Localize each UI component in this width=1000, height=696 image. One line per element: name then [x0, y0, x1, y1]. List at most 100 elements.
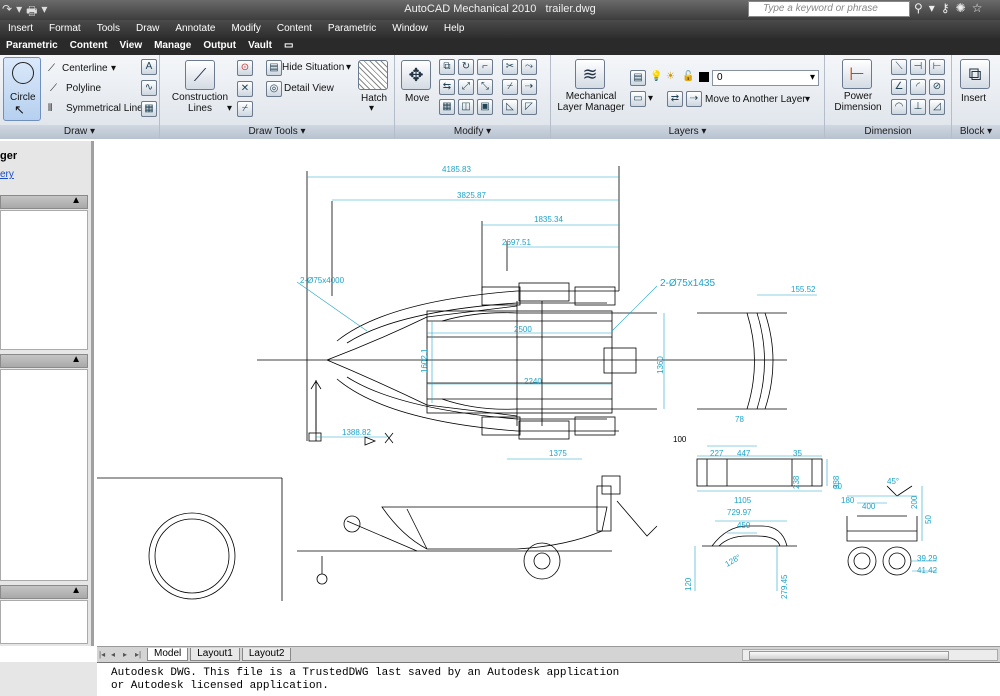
text-icon[interactable]: A [141, 59, 157, 75]
tab-layout2[interactable]: Layout2 [241, 648, 292, 661]
menu-draw[interactable]: Draw [128, 20, 167, 38]
star-icon[interactable]: ☆ [972, 1, 983, 15]
polyline-icon[interactable]: ⟋ [50, 83, 57, 94]
layer-manager-button[interactable]: Mechanical Layer Manager [553, 91, 629, 113]
join-icon[interactable]: ⇢ [521, 79, 537, 95]
hide-icon[interactable]: ✕ [237, 81, 253, 97]
collapse-icon[interactable]: ▲ [71, 585, 81, 596]
power-dimension-icon[interactable]: ⊢ [842, 59, 872, 89]
tab-model[interactable]: Model [147, 648, 189, 661]
menu-help[interactable]: Help [436, 20, 473, 38]
fillet-icon[interactable]: ◺ [502, 99, 518, 115]
palette-link[interactable]: ery [0, 169, 14, 180]
next-tab-icon[interactable]: ▸ [123, 649, 133, 661]
break-icon[interactable]: ⌿ [502, 79, 518, 95]
dropdown-icon[interactable]: ▾ [648, 93, 653, 104]
tab-content[interactable]: Content [64, 38, 114, 55]
hatch-icon[interactable] [358, 60, 388, 90]
angle-dim-icon[interactable]: ◿ [929, 99, 945, 115]
ribbon-minimize-icon[interactable]: ▭ [278, 38, 299, 55]
prev-tab-icon[interactable]: ◂ [111, 649, 121, 661]
copy-icon[interactable]: ⧉ [439, 59, 455, 75]
dropdown-icon[interactable]: ▾ [805, 94, 810, 105]
sun-icon[interactable]: ☀ [666, 71, 675, 82]
panel-layers-title[interactable]: Layers ▾ [551, 125, 824, 139]
lightbulb-icon[interactable]: 💡 [650, 71, 662, 82]
table-icon[interactable]: ▦ [141, 101, 157, 117]
menu-annotate[interactable]: Annotate [167, 20, 223, 38]
rotate-icon[interactable]: ↻ [458, 59, 474, 75]
menu-format[interactable]: Format [41, 20, 89, 38]
search-input[interactable]: Type a keyword or phrase [748, 1, 910, 17]
ordinate-dim-icon[interactable]: ⊥ [910, 99, 926, 115]
construction-lines-button[interactable]: Construction Lines [170, 92, 230, 114]
menu-parametric[interactable]: Parametric [320, 20, 384, 38]
spline-icon[interactable]: ∿ [141, 80, 157, 96]
detail-view-icon[interactable]: ◎ [266, 81, 282, 97]
horizontal-scrollbar[interactable] [742, 649, 998, 661]
dropdown-icon[interactable]: ▾ [929, 1, 935, 15]
tab-layout1[interactable]: Layout1 [190, 648, 240, 661]
drawing-canvas[interactable]: 4185.83 3825.87 1835.34 2697.51 2500 224… [97, 141, 1000, 646]
binoculars-icon[interactable]: ⚲ [914, 1, 923, 15]
chamfer-icon[interactable]: ◸ [521, 99, 537, 115]
extend-icon[interactable]: ⤳ [521, 59, 537, 75]
center-mark-icon[interactable]: ⊙ [237, 60, 253, 76]
dropdown-icon[interactable]: ▾ [111, 63, 116, 74]
collapse-icon[interactable]: ▲ [71, 195, 81, 206]
explode-icon[interactable]: ▣ [477, 99, 493, 115]
palette-section-header[interactable]: ▲ [0, 585, 88, 599]
arc-dim-icon[interactable]: ◠ [891, 99, 907, 115]
layer-properties-icon[interactable]: ▤ [630, 70, 646, 86]
scale-icon[interactable]: ⤢ [458, 79, 474, 95]
layer-match-icon[interactable]: ⇄ [667, 91, 683, 107]
tab-output[interactable]: Output [197, 38, 242, 55]
command-line[interactable]: Autodesk DWG. This file is a TrustedDWG … [97, 662, 1000, 696]
detail-view-button[interactable]: Detail View [284, 83, 334, 94]
offset-icon[interactable]: ⌐ [477, 59, 493, 75]
baseline-dim-icon[interactable]: ⊢ [929, 59, 945, 75]
layer-manager-icon[interactable]: ≋ [575, 59, 605, 89]
diameter-dim-icon[interactable]: ⊘ [929, 79, 945, 95]
mirror-icon[interactable]: ⇆ [439, 79, 455, 95]
polyline-button[interactable]: Polyline [66, 83, 101, 94]
panel-modify-title[interactable]: Modify ▾ [395, 125, 550, 139]
dropdown-icon[interactable]: ▾ [346, 62, 351, 73]
menu-content[interactable]: Content [269, 20, 320, 38]
move-button[interactable]: Move [405, 93, 429, 104]
insert-block-icon[interactable]: ⧉ [960, 59, 990, 89]
layer-state-icon[interactable]: ▭ [630, 91, 646, 107]
power-dimension-button[interactable]: Power Dimension [829, 91, 887, 113]
menu-insert[interactable]: Insert [0, 20, 41, 38]
stretch-icon[interactable]: ⤡ [477, 79, 493, 95]
lock-icon[interactable]: 🔓 [682, 71, 694, 82]
first-tab-icon[interactable]: |◂ [99, 649, 109, 661]
palette-section-header[interactable]: ▲ [0, 195, 88, 209]
centerline-icon[interactable]: ⟋ [48, 63, 55, 74]
move-to-another-layer-button[interactable]: Move to Another Layer [705, 94, 806, 105]
panel-draw-title[interactable]: Draw ▾ [0, 125, 159, 139]
linear-dim-icon[interactable]: ⟍ [891, 59, 907, 75]
dropdown-icon[interactable]: ▾ [369, 103, 374, 114]
hide-situation-icon[interactable]: ▤ [266, 60, 282, 76]
construction-lines-icon[interactable]: ⟋ [185, 60, 215, 90]
circle-button[interactable]: Circle ↖ [3, 57, 41, 121]
menu-tools[interactable]: Tools [89, 20, 128, 38]
move-icon[interactable]: ✥ [401, 60, 431, 90]
tab-parametric[interactable]: Parametric [0, 38, 64, 55]
panel-block-title[interactable]: Block ▾ [952, 125, 1000, 139]
palette-section-header[interactable]: ▲ [0, 354, 88, 368]
menu-window[interactable]: Window [384, 20, 436, 38]
hide-situation-button[interactable]: Hide Situation [282, 62, 344, 73]
key-icon[interactable]: ⚷ [941, 1, 950, 15]
move-layer-icon[interactable]: ⇢ [686, 91, 702, 107]
tab-view[interactable]: View [113, 38, 148, 55]
radius-dim-icon[interactable]: ◜ [910, 79, 926, 95]
layer-select[interactable]: 0 ▾ [712, 70, 819, 86]
drawing-svg[interactable]: 4185.83 3825.87 1835.34 2697.51 2500 224… [97, 141, 1000, 646]
dropdown-icon[interactable]: ▾ [227, 103, 232, 114]
symmetrical-line-icon[interactable]: ⫴ [48, 103, 52, 114]
collapse-icon[interactable]: ▲ [71, 354, 81, 365]
communication-icon[interactable]: ✺ [956, 1, 966, 15]
trim-icon[interactable]: ✂ [502, 59, 518, 75]
